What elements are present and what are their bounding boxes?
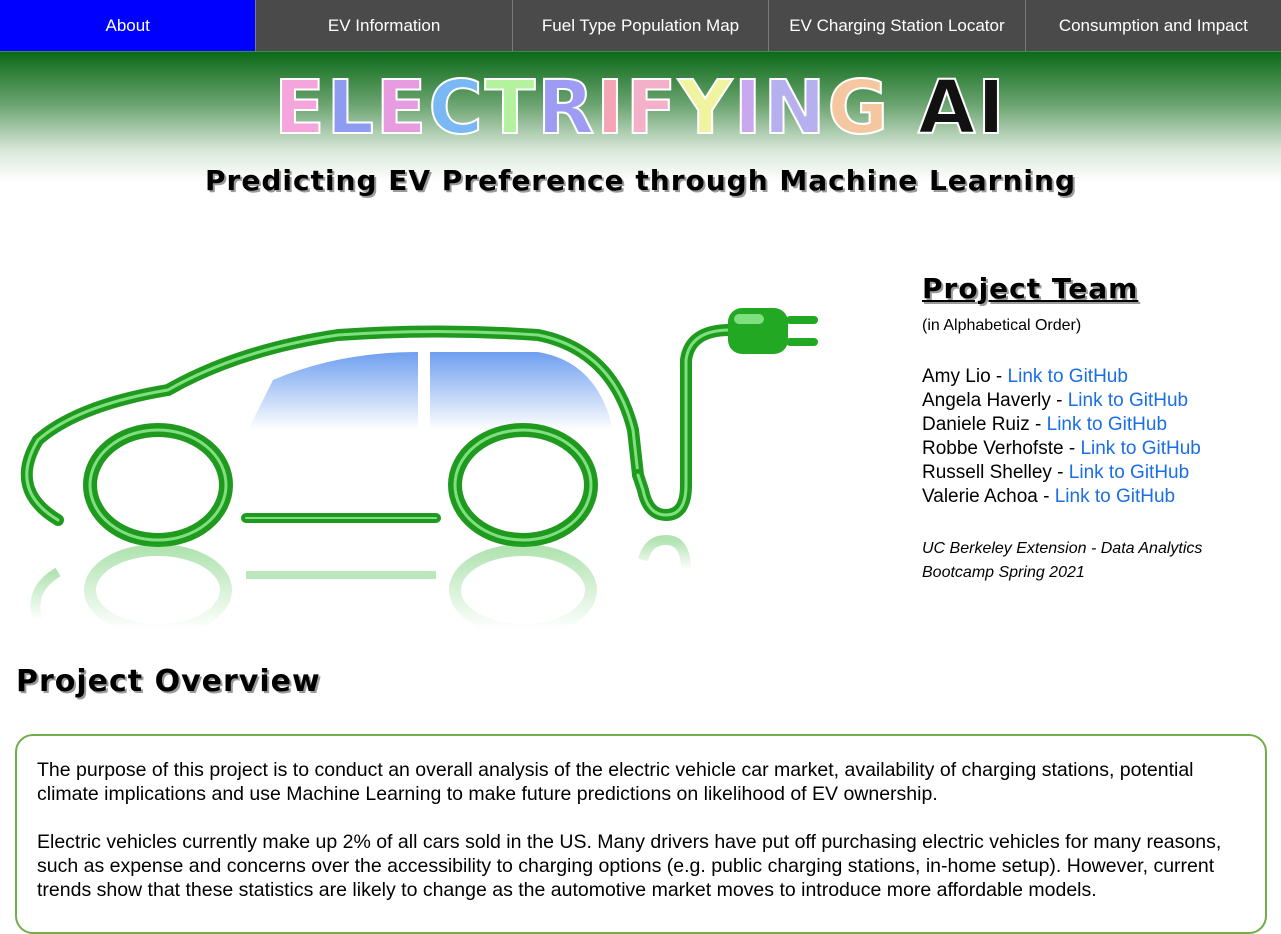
project-overview-title: Project Overview bbox=[16, 664, 321, 699]
affiliation: UC Berkeley Extension - Data Analytics B… bbox=[922, 537, 1262, 585]
top-nav: About EV Information Fuel Type Populatio… bbox=[0, 0, 1281, 52]
team-member: Valerie Achoa - Link to GitHub bbox=[922, 486, 1176, 507]
title-letter: I bbox=[733, 64, 764, 152]
title-letter: F bbox=[625, 64, 679, 152]
github-link[interactable]: Link to GitHub bbox=[1047, 414, 1167, 435]
nav-fuel-type-map[interactable]: Fuel Type Population Map bbox=[511, 0, 769, 52]
project-team-panel: Project Team (in Alphabetical Order) Amy… bbox=[922, 272, 1262, 585]
member-name: Daniele Ruiz bbox=[922, 414, 1030, 435]
team-member: Amy Lio - Link to GitHub bbox=[922, 366, 1128, 387]
member-name: Russell Shelley bbox=[922, 462, 1052, 483]
overview-paragraph: Electric vehicles currently make up 2% o… bbox=[37, 831, 1222, 901]
member-name: Robbe Verhofste bbox=[922, 438, 1064, 459]
title-letter: N bbox=[763, 64, 828, 152]
nav-consumption-impact[interactable]: Consumption and Impact bbox=[1024, 0, 1281, 52]
team-member: Angela Haverly - Link to GitHub bbox=[922, 390, 1189, 411]
affiliation-line: Bootcamp Spring 2021 bbox=[922, 564, 1085, 581]
team-member: Daniele Ruiz - Link to GitHub bbox=[922, 414, 1168, 435]
title-letter bbox=[890, 65, 918, 151]
team-member: Robbe Verhofste - Link to GitHub bbox=[922, 438, 1201, 459]
title-letter: E bbox=[375, 64, 429, 152]
title-letter: E bbox=[273, 64, 327, 152]
team-member: Russell Shelley - Link to GitHub bbox=[922, 462, 1190, 483]
github-link[interactable]: Link to GitHub bbox=[1008, 366, 1128, 387]
title-letter: I bbox=[595, 64, 626, 152]
member-name: Amy Lio bbox=[922, 366, 991, 387]
hero-car-image bbox=[18, 290, 858, 636]
project-overview-box: The purpose of this project is to conduc… bbox=[15, 734, 1267, 934]
github-link[interactable]: Link to GitHub bbox=[1055, 486, 1175, 507]
site-subtitle: Predicting EV Preference through Machine… bbox=[205, 164, 1076, 197]
github-link[interactable]: Link to GitHub bbox=[1069, 462, 1189, 483]
title-letter: L bbox=[326, 64, 376, 152]
electric-car-icon bbox=[20, 308, 818, 636]
nav-ev-information[interactable]: EV Information bbox=[255, 0, 512, 52]
nav-about[interactable]: About bbox=[0, 0, 256, 52]
affiliation-line: UC Berkeley Extension - Data Analytics bbox=[922, 540, 1203, 557]
member-name: Angela Haverly bbox=[922, 390, 1051, 411]
title-letter: C bbox=[427, 64, 485, 152]
github-link[interactable]: Link to GitHub bbox=[1068, 390, 1188, 411]
member-list: Amy Lio - Link to GitHub Angela Haverly … bbox=[922, 365, 1262, 509]
nav-charging-locator[interactable]: EV Charging Station Locator bbox=[768, 0, 1025, 52]
site-title: ELECTRIFYING AI bbox=[0, 64, 1281, 152]
overview-paragraph: The purpose of this project is to conduc… bbox=[37, 759, 1194, 805]
title-letter: Y bbox=[677, 64, 734, 152]
title-letter: R bbox=[536, 64, 597, 152]
title-letter: I bbox=[976, 64, 1007, 152]
title-letter: T bbox=[484, 64, 538, 152]
title-letter: A bbox=[917, 64, 978, 152]
github-link[interactable]: Link to GitHub bbox=[1080, 438, 1200, 459]
project-team-subtitle: (in Alphabetical Order) bbox=[922, 317, 1082, 334]
member-name: Valerie Achoa bbox=[922, 486, 1038, 507]
project-team-title: Project Team bbox=[922, 272, 1139, 305]
title-letter: G bbox=[826, 64, 891, 152]
